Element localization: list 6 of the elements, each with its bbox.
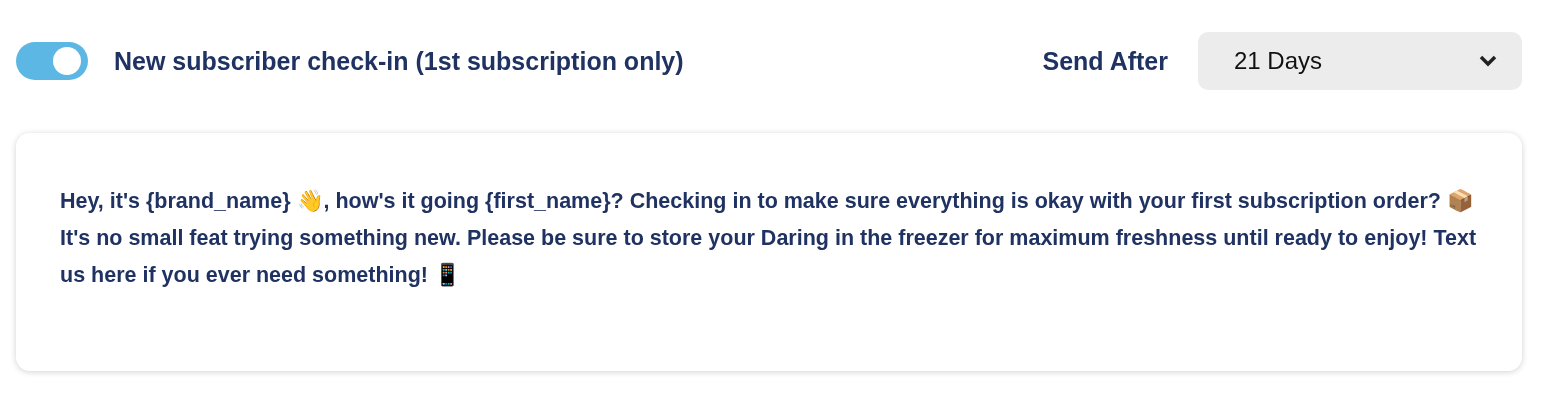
days-dropdown[interactable]: 21 Days	[1198, 32, 1522, 90]
message-text: Hey, it's {brand_name} 👋, how's it going {first_name}? Checking in to make sure everything is okay with your first subscription order? 📦 It's no small feat trying something new. Please be sure to store your Daring in the freezer for maximum freshness until ready to enjoy! Text us here if you ever need something! 📱	[60, 188, 1478, 289]
chevron-down-icon	[1478, 54, 1498, 68]
send-after-label: Send After	[1042, 46, 1168, 76]
toggle-switch[interactable]	[16, 42, 88, 80]
toggle-label: New subscriber check-in (1st subscription only)	[114, 46, 684, 76]
